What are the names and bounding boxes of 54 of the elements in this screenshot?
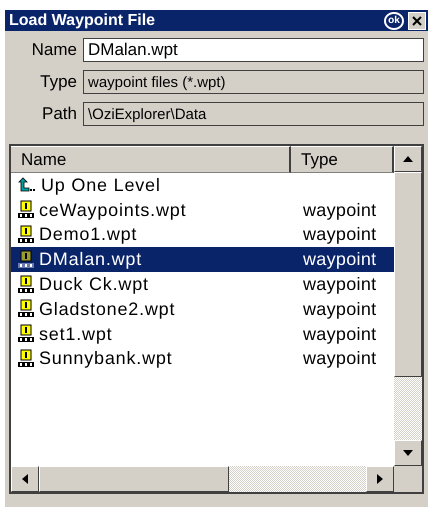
scroll-thumb[interactable]: [39, 466, 229, 492]
horizontal-scrollbar[interactable]: [11, 466, 394, 492]
file-row[interactable]: Up One Level: [11, 173, 394, 198]
file-row[interactable]: Gladstone2.wpt waypoint: [11, 296, 394, 322]
file-row[interactable]: ceWaypoints.wpt waypoint: [11, 198, 394, 223]
file-type: waypoint: [302, 324, 378, 345]
waypoint-file-icon: [17, 299, 35, 320]
close-button[interactable]: [408, 12, 426, 30]
file-type: waypoint: [302, 298, 378, 320]
close-icon: [412, 16, 422, 26]
column-header[interactable]: Type: [291, 146, 394, 173]
waypoint-file-icon: [17, 324, 35, 344]
scroll-thumb[interactable]: [394, 172, 422, 377]
file-type: waypoint: [302, 274, 378, 296]
column-header[interactable]: Name: [11, 146, 291, 173]
scroll-left-button[interactable]: [11, 466, 39, 492]
file-name: Up One Level: [41, 174, 161, 196]
file-name: DMalan.wpt: [39, 249, 142, 270]
file-name: Demo1.wpt: [39, 224, 138, 246]
waypoint-file-icon: [17, 348, 35, 369]
field-label: Type: [39, 72, 77, 92]
file-name: set1.wpt: [39, 324, 112, 345]
file-type: waypoint: [302, 348, 378, 370]
file-row[interactable]: Demo1.wpt waypoint: [11, 222, 394, 248]
up-folder-icon: [17, 177, 37, 194]
file-row[interactable]: DMalan.wpt waypoint: [11, 247, 394, 272]
file-type: waypoint: [302, 249, 378, 270]
waypoint-file-icon: [17, 250, 35, 270]
scroll-up-button[interactable]: [394, 146, 422, 172]
file-row[interactable]: Sunnybank.wpt waypoint: [11, 346, 394, 372]
waypoint-file-icon: [17, 224, 35, 245]
file-name: ceWaypoints.wpt: [39, 200, 186, 221]
ok-button[interactable]: ok: [384, 12, 404, 30]
file-name: Duck Ck.wpt: [39, 274, 149, 296]
waypoint-file-icon: [17, 200, 35, 220]
field-label: Name: [30, 40, 77, 60]
up-arrow-icon: [403, 156, 413, 162]
waypoint-file-icon: [17, 274, 35, 295]
right-arrow-icon: [377, 474, 383, 484]
scroll-right-button[interactable]: [366, 466, 394, 492]
file-row[interactable]: Duck Ck.wpt waypoint: [11, 272, 394, 297]
file-type: waypoint: [302, 224, 378, 246]
input-field[interactable]: DMalan.wpt: [83, 38, 424, 62]
scrollbar-corner: [394, 466, 422, 492]
field-label: Path: [41, 104, 77, 124]
file-type: waypoint: [302, 200, 378, 221]
left-arrow-icon: [22, 474, 28, 484]
down-arrow-icon: [403, 450, 413, 456]
scroll-down-button[interactable]: [394, 440, 422, 466]
file-name: Sunnybank.wpt: [39, 348, 172, 370]
window-title: Load Waypoint File: [9, 12, 156, 30]
vertical-scrollbar[interactable]: [394, 146, 422, 466]
file-row[interactable]: set1.wpt waypoint: [11, 322, 394, 347]
file-name: Gladstone2.wpt: [39, 298, 176, 320]
